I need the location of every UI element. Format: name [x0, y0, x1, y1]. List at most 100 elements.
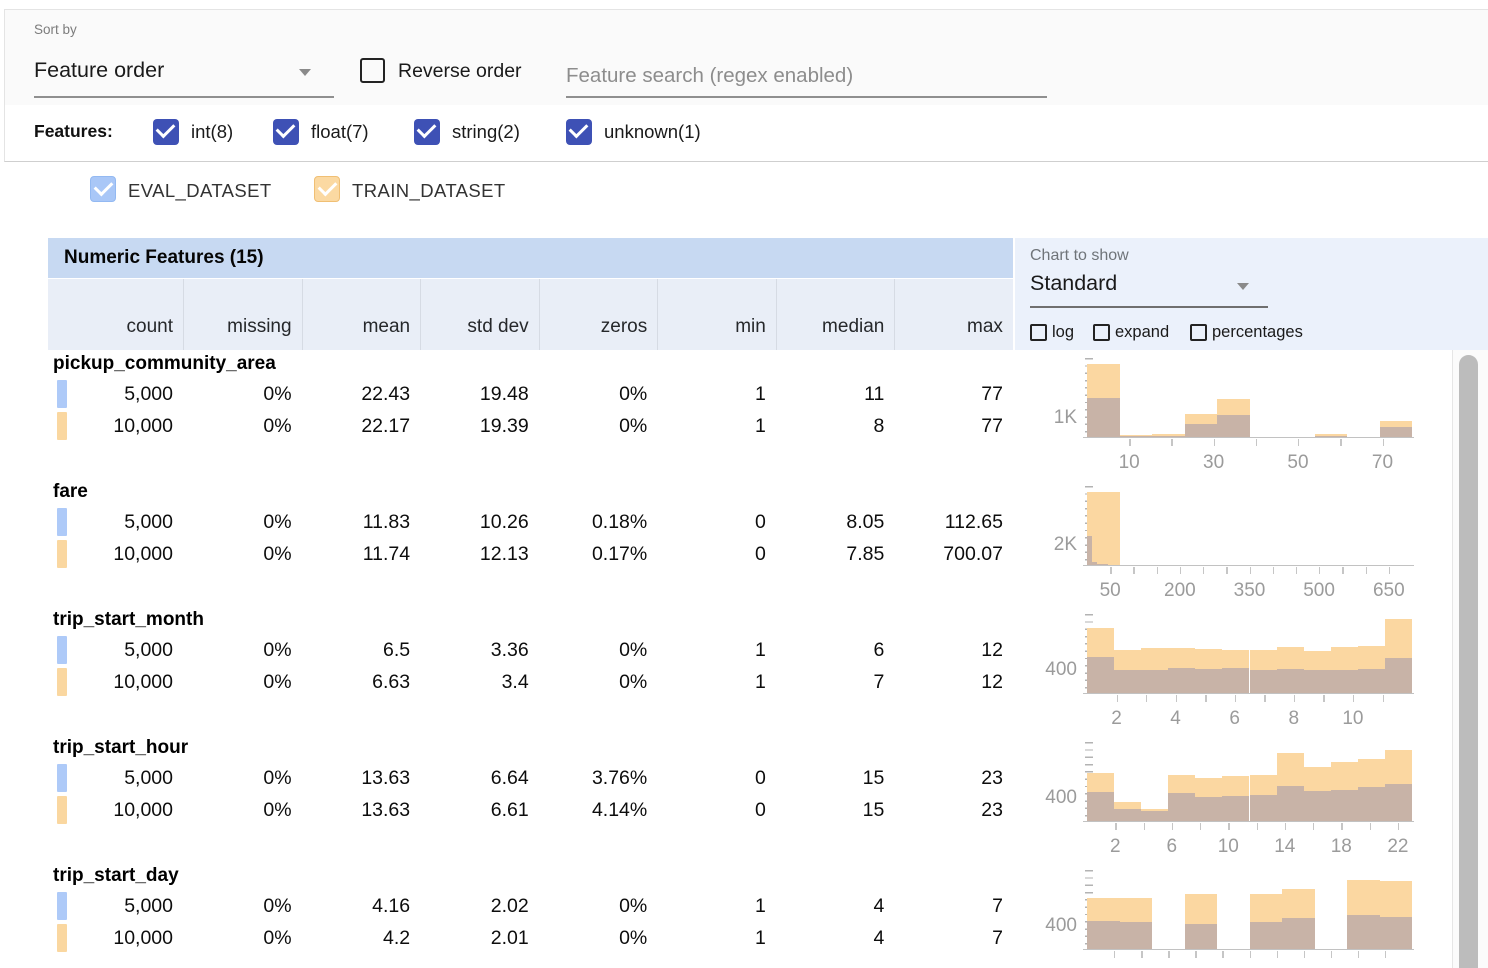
chevron-down-icon[interactable]	[299, 69, 311, 76]
dataset-swatch-eval_dataset	[57, 508, 67, 536]
histogram-bar-eval_dataset	[1358, 669, 1385, 693]
x-axis-tick	[1114, 951, 1115, 958]
reverse-order-checkbox[interactable]	[360, 58, 385, 83]
scrollbar-track[interactable]	[1452, 350, 1488, 968]
histogram-bar-eval_dataset	[1250, 795, 1277, 821]
feature-stats-row: 5,0000%11.8310.260.18%08.05112.65	[48, 506, 1013, 538]
x-axis-tick	[1257, 823, 1258, 830]
feature-stats-row: 5,0000%13.636.643.76%01523	[48, 762, 1013, 794]
x-axis-tick	[1319, 567, 1320, 574]
column-header-min: min	[657, 279, 776, 350]
stat-value-std-dev: 12.13	[420, 543, 539, 566]
unknown-label: unknown(1)	[604, 121, 701, 143]
x-axis-tick-label: 70	[1361, 452, 1405, 474]
column-header-count: count	[48, 279, 183, 350]
feature-block-trip_start_hour: trip_start_hour5,0000%13.636.643.76%0152…	[48, 734, 1452, 862]
stat-value-std-dev: 3.36	[420, 639, 539, 662]
column-header-zeros: zeros	[539, 279, 658, 350]
x-axis-tick	[1195, 951, 1196, 958]
stat-value-min: 1	[657, 639, 776, 662]
eval-dataset-checkbox[interactable]	[90, 176, 116, 202]
feature-histogram: 2K50200350500650	[1030, 478, 1450, 606]
histogram-bar-eval_dataset	[1380, 427, 1413, 437]
histogram-bar-eval_dataset	[1120, 922, 1153, 950]
histogram-bar-eval_dataset	[1380, 917, 1413, 949]
histogram-bar-eval_dataset	[1385, 784, 1412, 821]
stat-value-count: 5,000	[48, 767, 183, 790]
chevron-down-icon[interactable]	[1237, 283, 1249, 290]
x-axis-tick	[1203, 567, 1204, 574]
histogram-bar-eval_dataset	[1114, 670, 1141, 693]
stat-value-missing: 0%	[183, 639, 302, 662]
float-checkbox[interactable]	[273, 119, 299, 145]
histogram-bar-eval_dataset	[1168, 668, 1195, 693]
stat-value-missing: 0%	[183, 671, 302, 694]
stat-value-missing: 0%	[183, 511, 302, 534]
feature-block-trip_start_day: trip_start_day5,0000%4.162.020%14710,000…	[48, 862, 1452, 968]
plot-area	[1087, 358, 1412, 437]
expand-checkbox[interactable]	[1093, 324, 1110, 341]
int-checkbox[interactable]	[153, 119, 179, 145]
x-axis-tick-label: 8	[1272, 708, 1316, 730]
stat-value-max: 23	[894, 767, 1013, 790]
stat-value-min: 1	[657, 383, 776, 406]
stat-value-zeros: 0%	[539, 415, 658, 438]
stat-value-std-dev: 2.02	[420, 895, 539, 918]
x-axis-tick-label: 200	[1158, 580, 1202, 602]
y-axis-tick-label: 400	[1030, 787, 1077, 809]
string-label: string(2)	[452, 121, 520, 143]
stat-value-median: 15	[776, 799, 895, 822]
float-label: float(7)	[311, 121, 369, 143]
sort-by-dropdown[interactable]: Feature order	[34, 58, 164, 83]
chart-type-dropdown[interactable]: Standard	[1030, 271, 1117, 296]
x-axis-tick	[1389, 567, 1390, 574]
stat-value-std-dev: 3.4	[420, 671, 539, 694]
unknown-checkbox[interactable]	[566, 119, 592, 145]
stat-value-missing: 0%	[183, 543, 302, 566]
y-axis-tick-label: 400	[1030, 915, 1077, 937]
dataset-swatch-eval_dataset	[57, 636, 67, 664]
stat-value-min: 1	[657, 671, 776, 694]
stat-value-min: 0	[657, 511, 776, 534]
log-checkbox[interactable]	[1030, 324, 1047, 341]
feature-name: fare	[53, 481, 88, 503]
dataset-swatch-eval_dataset	[57, 380, 67, 408]
plot-area	[1087, 742, 1412, 821]
stat-value-missing: 0%	[183, 767, 302, 790]
stat-value-max: 112.65	[894, 511, 1013, 534]
stat-value-missing: 0%	[183, 415, 302, 438]
sort-by-label: Sort by	[34, 22, 77, 37]
stat-value-min: 0	[657, 799, 776, 822]
dataset-swatch-train_dataset	[57, 924, 67, 952]
x-axis-tick	[1146, 695, 1147, 702]
histogram-bar-eval_dataset	[1331, 670, 1358, 693]
histogram-bar-eval_dataset	[1250, 922, 1283, 949]
x-axis-tick-label: 650	[1367, 580, 1411, 602]
feature-search-input[interactable]	[566, 56, 1047, 98]
x-axis-tick	[1250, 567, 1251, 574]
stat-value-mean: 6.63	[302, 671, 421, 694]
x-axis-tick-label: 350	[1228, 580, 1272, 602]
histogram-bar-eval_dataset	[1217, 415, 1250, 437]
feature-histogram: 1K10305070	[1030, 350, 1450, 478]
stat-value-mean: 11.83	[302, 511, 421, 534]
column-header-max: max	[894, 279, 1013, 350]
stat-value-count: 10,000	[48, 543, 183, 566]
dataset-swatch-eval_dataset	[57, 764, 67, 792]
x-axis-tick	[1385, 951, 1386, 958]
string-checkbox[interactable]	[414, 119, 440, 145]
toolbar: Sort by Feature order Reverse order	[4, 9, 1488, 106]
x-axis-tick	[1383, 439, 1384, 446]
x-axis-tick	[1366, 567, 1367, 574]
feature-stats-row: 5,0000%4.162.020%147	[48, 890, 1013, 922]
stat-value-mean: 13.63	[302, 767, 421, 790]
scrollbar-thumb[interactable]	[1459, 355, 1478, 968]
histogram-bar-eval_dataset	[1185, 924, 1218, 949]
train-dataset-checkbox[interactable]	[314, 176, 340, 202]
feature-block-pickup_community_area: pickup_community_area5,0000%22.4319.480%…	[48, 350, 1452, 478]
histogram-bar-eval_dataset	[1347, 915, 1380, 949]
histogram-bar-eval_dataset	[1282, 918, 1315, 949]
percentages-checkbox[interactable]	[1190, 324, 1207, 341]
stat-value-mean: 6.5	[302, 639, 421, 662]
column-header-mean: mean	[302, 279, 421, 350]
